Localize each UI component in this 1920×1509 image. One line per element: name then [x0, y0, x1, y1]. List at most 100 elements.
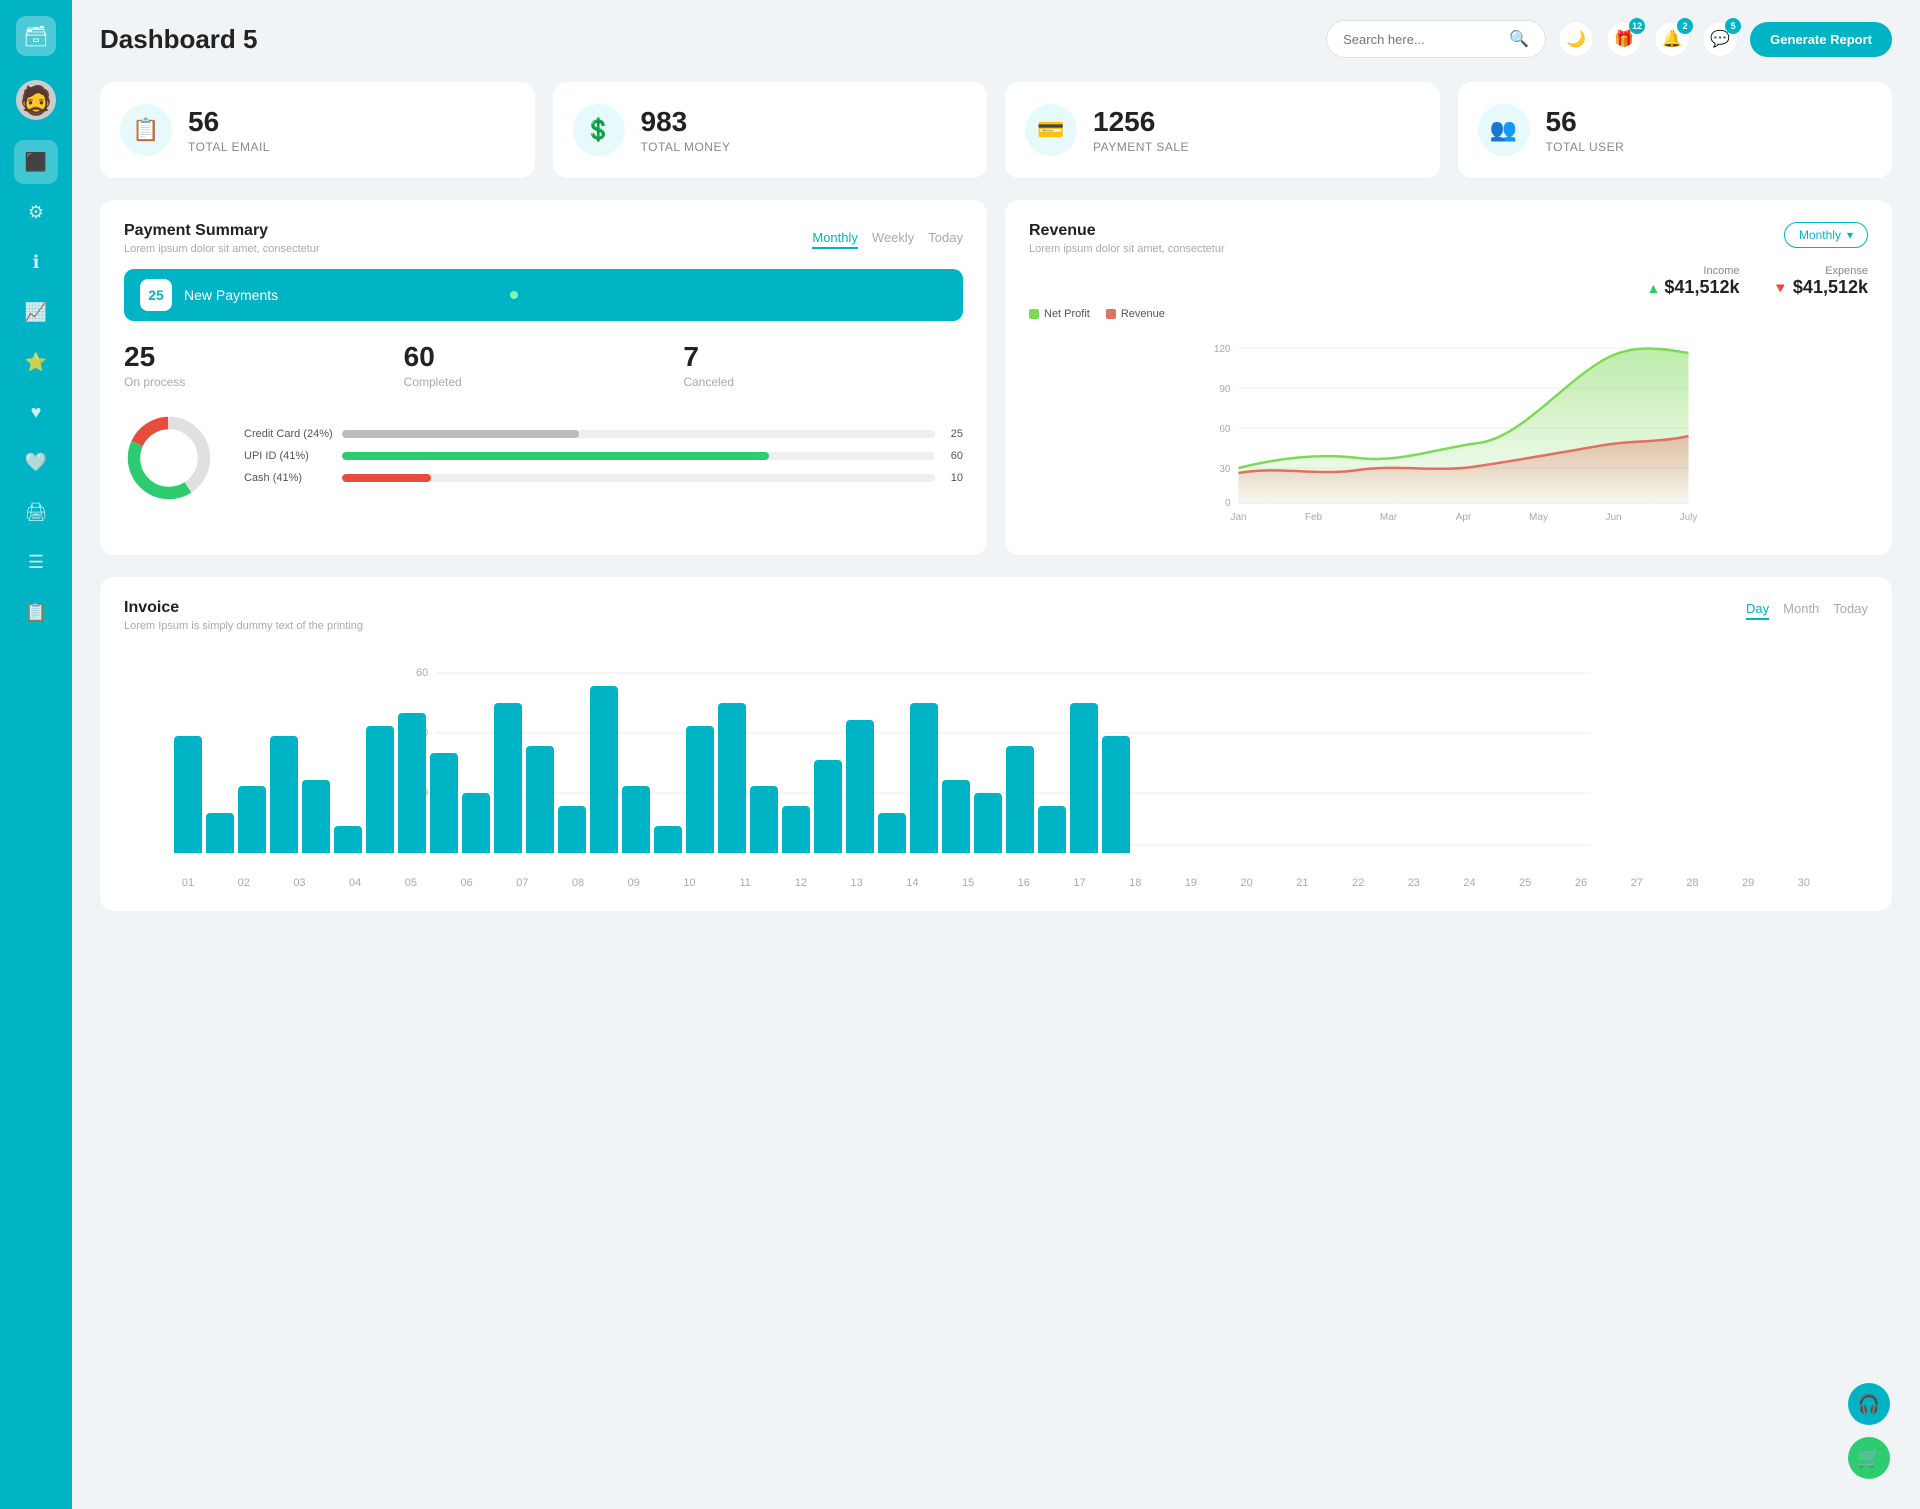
invoice-tab-today[interactable]: Today — [1833, 599, 1868, 620]
header: Dashboard 5 🔍 🌙 🎁 12 🔔 2 💬 5 Generate Re… — [100, 20, 1892, 58]
sidebar-item-reports[interactable]: 📋 — [14, 590, 58, 634]
search-box[interactable]: 🔍 — [1326, 20, 1546, 58]
svg-text:Mar: Mar — [1380, 512, 1398, 523]
net-profit-label: Net Profit — [1044, 308, 1090, 320]
cart-float-btn[interactable]: 🛒 — [1848, 1437, 1890, 1479]
invoice-x-label: 12 — [787, 877, 815, 889]
email-icon: 📋 — [120, 104, 172, 156]
stats-row: 25 On process 60 Completed 7 Canceled — [124, 341, 963, 389]
new-payments-count: 25 — [140, 279, 172, 311]
users-value: 56 — [1546, 106, 1625, 138]
sidebar-item-saves[interactable]: 🤍 — [14, 440, 58, 484]
invoice-x-label: 15 — [954, 877, 982, 889]
tab-today[interactable]: Today — [928, 228, 963, 249]
bar-row-cash: Cash (41%) 10 — [244, 472, 963, 484]
invoice-tab-month[interactable]: Month — [1783, 599, 1819, 620]
support-float-btn[interactable]: 🎧 — [1848, 1383, 1890, 1425]
payment-body: Credit Card (24%) 25 UPI ID (41%) 60 — [124, 413, 963, 508]
income-expense-row: Income ▲$41,512k Expense 🔻$41,512k — [1029, 265, 1868, 298]
chat-btn[interactable]: 💬 5 — [1702, 21, 1738, 57]
new-payments-box: 25 New Payments Manage payment › — [124, 269, 963, 321]
dark-mode-toggle[interactable]: 🌙 — [1558, 21, 1594, 57]
chat-badge: 5 — [1725, 18, 1741, 34]
sidebar-item-favorites[interactable]: ⭐ — [14, 340, 58, 384]
sidebar-item-dashboard[interactable]: ⬛ — [14, 140, 58, 184]
bar-row-credit: Credit Card (24%) 25 — [244, 428, 963, 440]
invoice-x-label: 28 — [1678, 877, 1706, 889]
invoice-bar — [462, 793, 490, 853]
money-icon: 💲 — [573, 104, 625, 156]
svg-text:Jan: Jan — [1230, 512, 1246, 523]
header-right: 🔍 🌙 🎁 12 🔔 2 💬 5 Generate Report — [1326, 20, 1892, 58]
invoice-x-label: 29 — [1734, 877, 1762, 889]
sidebar-logo[interactable]: 🗃 — [16, 16, 56, 56]
invoice-x-label: 02 — [230, 877, 258, 889]
floating-buttons: 🎧 🛒 — [1848, 1383, 1890, 1479]
middle-row: Payment Summary Lorem ipsum dolor sit am… — [100, 200, 1892, 555]
invoice-bar — [718, 703, 746, 853]
bell-badge: 2 — [1677, 18, 1693, 34]
bar-row-upi: UPI ID (41%) 60 — [244, 450, 963, 462]
invoice-x-label: 21 — [1288, 877, 1316, 889]
revenue-monthly-btn[interactable]: Monthly ▾ — [1784, 222, 1868, 248]
bell-btn[interactable]: 🔔 2 — [1654, 21, 1690, 57]
invoice-x-label: 06 — [453, 877, 481, 889]
svg-text:May: May — [1529, 512, 1548, 523]
sidebar-avatar[interactable]: 🧔 — [16, 80, 56, 120]
generate-report-button[interactable]: Generate Report — [1750, 22, 1892, 57]
monthly-label: Monthly — [1799, 228, 1841, 242]
upi-val: 60 — [943, 450, 963, 462]
tab-weekly[interactable]: Weekly — [872, 228, 914, 249]
sidebar-item-print[interactable]: 🖨 — [14, 490, 58, 534]
expense-icon: 🔻 — [1771, 280, 1788, 296]
invoice-bar — [814, 760, 842, 853]
revenue-title: Revenue — [1029, 222, 1225, 240]
canceled-desc: Canceled — [683, 375, 963, 389]
sidebar-item-analytics[interactable]: 📈 — [14, 290, 58, 334]
invoice-x-label: 27 — [1623, 877, 1651, 889]
new-payments-label: New Payments — [184, 287, 504, 303]
invoice-bar — [270, 736, 298, 853]
invoice-bar — [302, 780, 330, 853]
income-icon: ▲ — [1647, 280, 1661, 296]
svg-text:Apr: Apr — [1456, 512, 1472, 523]
sidebar-item-info[interactable]: ℹ — [14, 240, 58, 284]
search-icon: 🔍 — [1509, 29, 1529, 49]
upi-track — [342, 452, 935, 460]
invoice-bar — [206, 813, 234, 853]
canceled-num: 7 — [683, 341, 963, 373]
upi-fill — [342, 452, 769, 460]
donut-chart — [124, 413, 224, 508]
on-process-num: 25 — [124, 341, 404, 373]
tab-monthly[interactable]: Monthly — [812, 228, 858, 249]
sidebar-item-settings[interactable]: ⚙ — [14, 190, 58, 234]
invoice-tab-day[interactable]: Day — [1746, 599, 1769, 620]
invoice-bar — [1006, 746, 1034, 853]
payment-value: 1256 — [1093, 106, 1189, 138]
email-value: 56 — [188, 106, 270, 138]
invoice-x-label: 23 — [1400, 877, 1428, 889]
invoice-bar — [1102, 736, 1130, 853]
credit-val: 25 — [943, 428, 963, 440]
invoice-x-label: 01 — [174, 877, 202, 889]
sidebar-item-menu[interactable]: ☰ — [14, 540, 58, 584]
invoice-bar — [334, 826, 362, 853]
credit-label: Credit Card (24%) — [244, 428, 334, 440]
money-value: 983 — [641, 106, 731, 138]
search-input[interactable] — [1343, 32, 1501, 47]
invoice-bar — [654, 826, 682, 853]
manage-payment-link[interactable]: Manage payment — [837, 288, 937, 303]
sidebar-item-likes[interactable]: ♥ — [14, 390, 58, 434]
invoice-header: Invoice Lorem Ipsum is simply dummy text… — [124, 599, 1868, 632]
payment-label: PAYMENT SALE — [1093, 140, 1189, 154]
invoice-x-label: 20 — [1233, 877, 1261, 889]
gift-btn[interactable]: 🎁 12 — [1606, 21, 1642, 57]
invoice-bar — [846, 720, 874, 853]
svg-text:0: 0 — [1225, 498, 1231, 509]
invoice-x-label: 09 — [620, 877, 648, 889]
credit-track — [342, 430, 935, 438]
invoice-bar — [174, 736, 202, 853]
expense-label: Expense — [1771, 265, 1868, 277]
invoice-bar — [526, 746, 554, 853]
payment-panel-header: Payment Summary Lorem ipsum dolor sit am… — [124, 222, 963, 255]
